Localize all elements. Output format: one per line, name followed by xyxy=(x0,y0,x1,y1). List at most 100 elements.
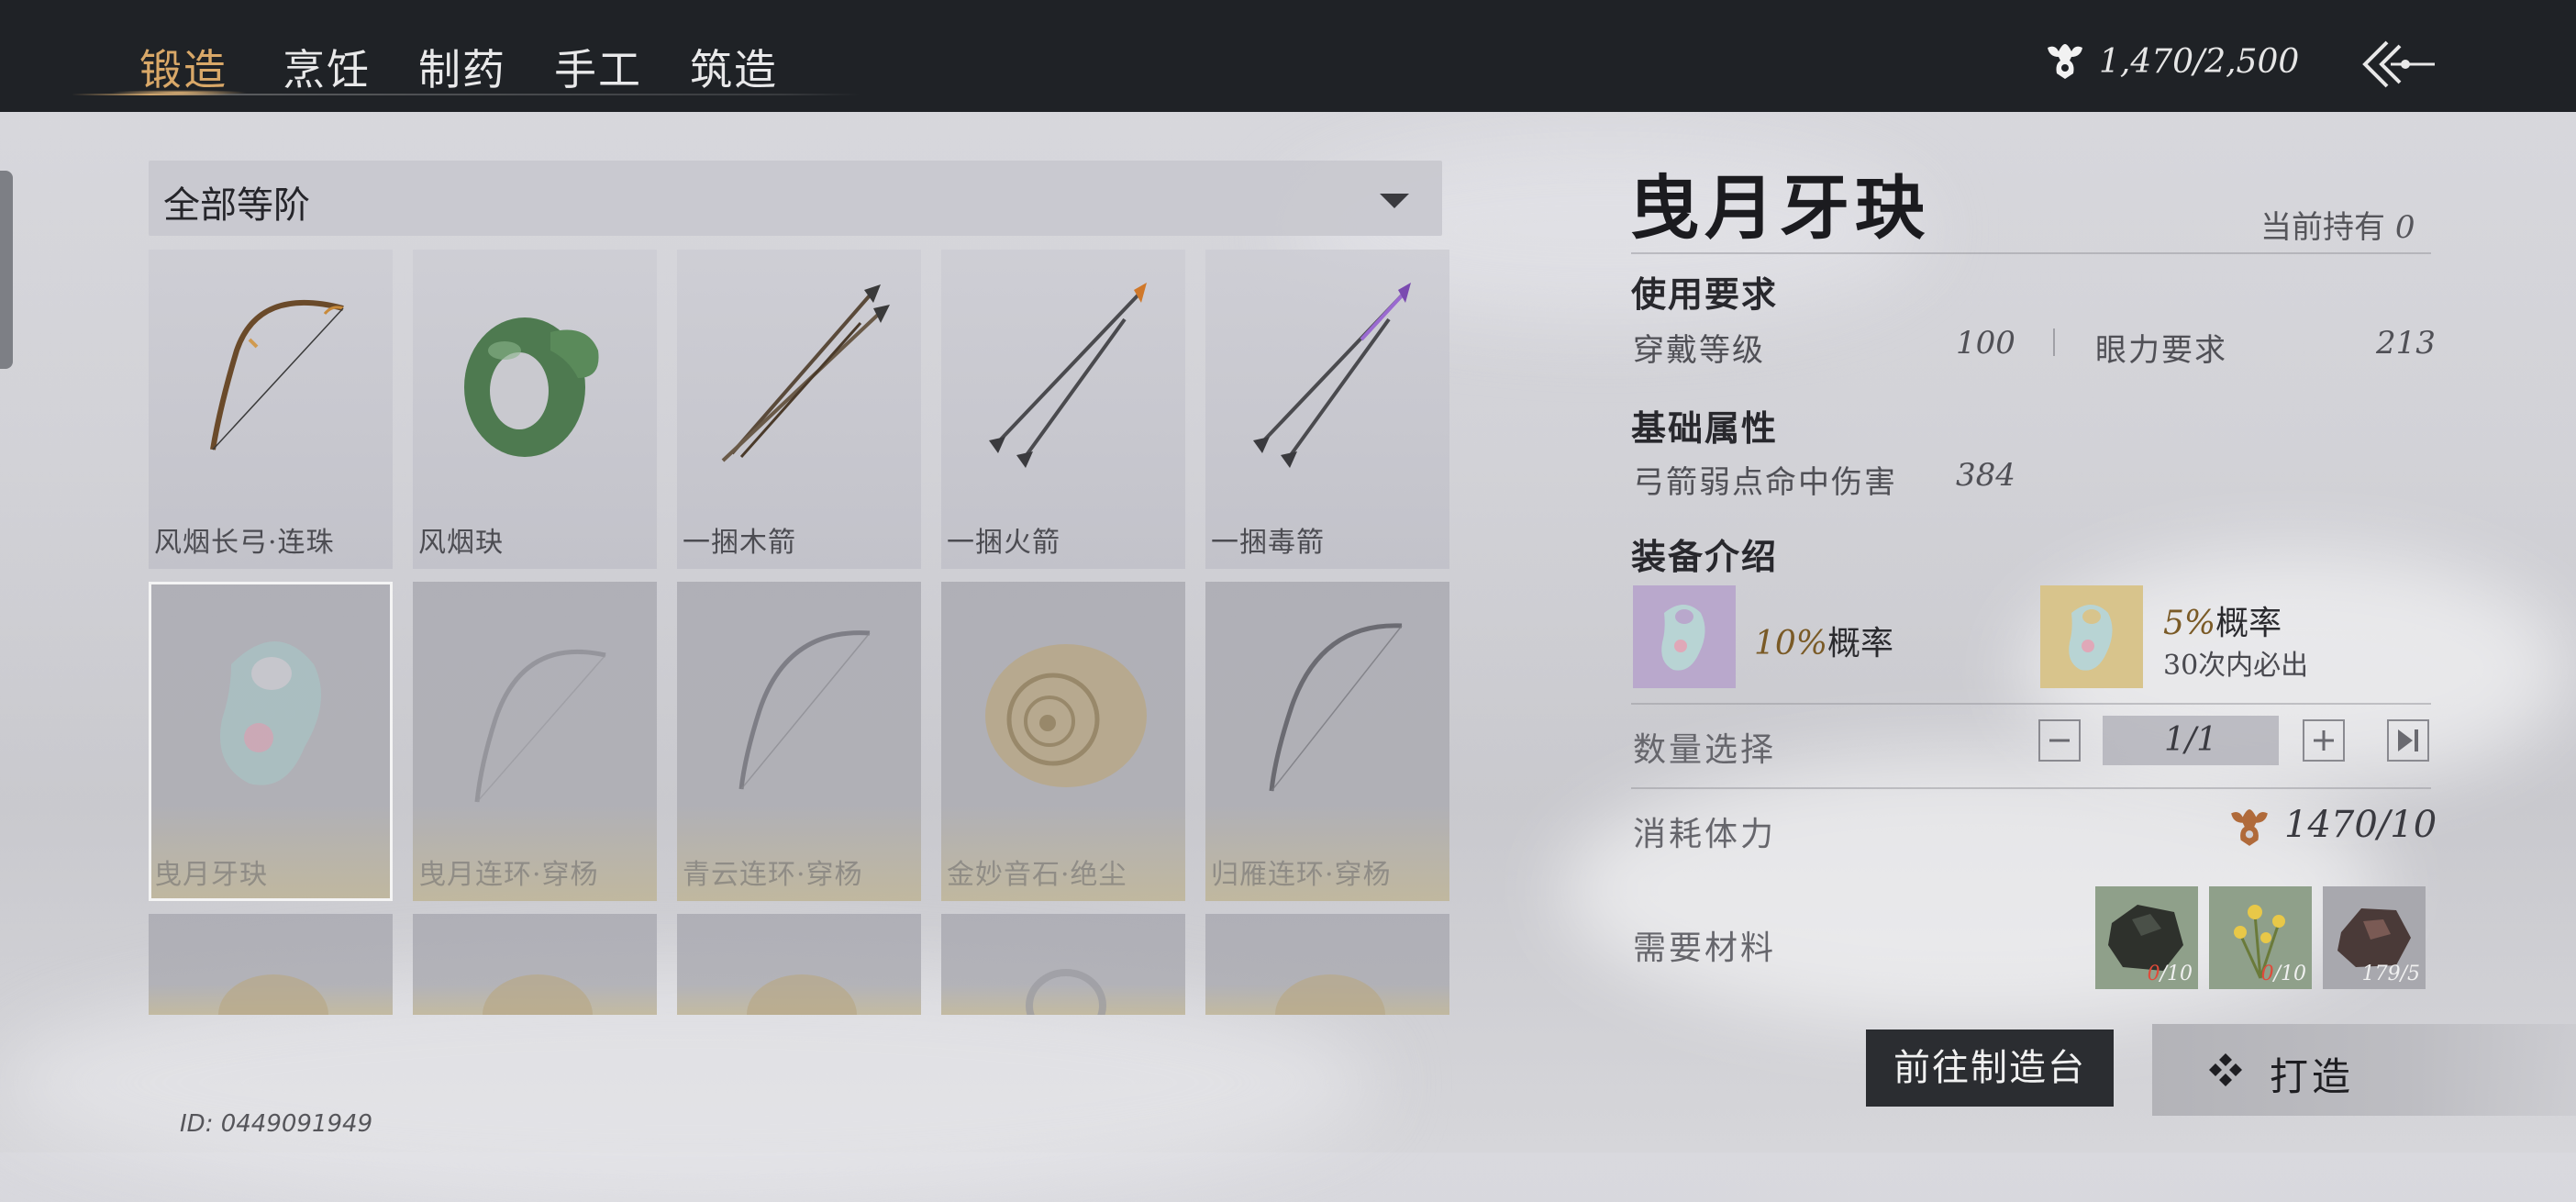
divider xyxy=(1631,787,2431,789)
top-bar: 锻造 烹饪 制药 手工 筑造 1,470/2,500 xyxy=(0,0,2576,112)
item-cell[interactable]: 青云连环·穿杨 xyxy=(677,582,921,901)
material-count: 179/5 xyxy=(2362,963,2420,985)
wear-level-label: 穿戴等级 xyxy=(1633,332,1765,369)
item-name: 一捆火箭 xyxy=(947,527,1060,559)
item-name: 曳月牙玦 xyxy=(154,859,268,891)
divider xyxy=(1631,703,2431,705)
requirements-title: 使用要求 xyxy=(1631,273,1779,315)
quantity-field[interactable]: 1/1 xyxy=(2103,716,2279,765)
material-slot[interactable]: 0/10 xyxy=(2095,886,2198,989)
material-need: /10 xyxy=(2160,963,2193,985)
intro-right-rate: 5%概率 xyxy=(2163,596,2282,644)
chevron-down-icon xyxy=(1380,194,1409,208)
grade-filter-dropdown[interactable]: 全部等阶 xyxy=(149,161,1442,236)
material-need: /5 xyxy=(2400,963,2420,985)
item-cell[interactable]: 一捆毒箭 xyxy=(1205,250,1449,569)
intro-right-text: 概率 xyxy=(2215,605,2282,642)
item-name: 曳月连环·穿杨 xyxy=(418,859,599,891)
craft-label: 打造 xyxy=(2270,1054,2355,1099)
diamond-icon xyxy=(2209,1053,2242,1086)
item-cell-selected[interactable]: 曳月牙玦 xyxy=(149,582,393,901)
tab-cooking[interactable]: 烹饪 xyxy=(283,37,371,97)
item-name: 一捆木箭 xyxy=(683,527,796,559)
item-cell[interactable]: 一捆木箭 xyxy=(677,250,921,569)
tab-handcraft[interactable]: 手工 xyxy=(554,37,642,97)
stamina-cost-value: 1470/10 xyxy=(2284,804,2437,846)
materials-label: 需要材料 xyxy=(1633,929,1777,967)
shell-stone-icon xyxy=(747,974,857,1015)
item-name: 一捆毒箭 xyxy=(1211,527,1325,559)
item-title: 曳月牙玦 xyxy=(1629,167,1930,249)
sight-label: 眼力要求 xyxy=(2095,332,2227,369)
tab-medicine[interactable]: 制药 xyxy=(418,37,506,97)
crescent-jade-purple-icon xyxy=(1633,585,1736,688)
grade-filter-value: 全部等阶 xyxy=(163,184,310,227)
shell-stone-icon xyxy=(218,974,328,1015)
material-have: 0 xyxy=(2147,963,2160,985)
shell-stone-icon xyxy=(1275,974,1385,1015)
intro-right-guarantee: 30次内必出 xyxy=(2163,650,2309,682)
plus-icon xyxy=(2314,730,2334,751)
material-count: 0/10 xyxy=(2148,963,2193,985)
bow-icon xyxy=(1269,623,1403,792)
craft-button[interactable]: 打造 xyxy=(2152,1024,2576,1116)
fire-arrows-icon xyxy=(989,283,1147,468)
bow-icon xyxy=(738,630,871,790)
tab-forging[interactable]: 锻造 xyxy=(139,37,228,97)
owned-value: 0 xyxy=(2394,209,2415,246)
side-drawer-handle[interactable] xyxy=(0,171,13,369)
quantity-decrease-button[interactable] xyxy=(2038,719,2081,762)
item-cell[interactable]: 风烟长弓·连珠 xyxy=(149,250,393,569)
quantity-label: 数量选择 xyxy=(1633,731,1777,769)
item-name: 归雁连环·穿杨 xyxy=(1211,859,1392,891)
item-cell[interactable]: 风烟玦 xyxy=(413,250,657,569)
item-name: 金妙音石·绝尘 xyxy=(947,859,1127,891)
crescent-jade-icon xyxy=(220,641,321,785)
base-attr-value: 384 xyxy=(1956,457,2015,494)
shell-stone-icon xyxy=(483,974,593,1015)
minus-icon xyxy=(2049,739,2070,742)
base-attr-title: 基础属性 xyxy=(1631,407,1779,449)
item-cell[interactable] xyxy=(413,914,657,1015)
item-cell[interactable]: 归雁连环·穿杨 xyxy=(1205,582,1449,901)
item-name: 风烟玦 xyxy=(418,527,504,559)
item-cell[interactable]: 金妙音石·绝尘 xyxy=(941,582,1185,901)
stamina-icon xyxy=(2231,809,2268,846)
item-name: 风烟长弓·连珠 xyxy=(154,527,335,559)
player-id: ID: 0449091949 xyxy=(180,1110,373,1138)
material-have: 179 xyxy=(2361,963,2401,985)
crescent-jade-gold-icon xyxy=(2040,585,2143,688)
stamina-icon xyxy=(2048,44,2082,79)
item-cell[interactable]: 一捆火箭 xyxy=(941,250,1185,569)
material-have: 0 xyxy=(2260,963,2274,985)
intro-left-text: 概率 xyxy=(1827,625,1894,662)
divider xyxy=(1631,252,2431,254)
item-cell[interactable] xyxy=(149,914,393,1015)
quantity-increase-button[interactable] xyxy=(2303,719,2345,762)
intro-left-pct: 10% xyxy=(1754,625,1828,662)
tab-building[interactable]: 筑造 xyxy=(690,37,778,97)
material-slot[interactable]: 0/10 xyxy=(2209,886,2312,989)
material-slot[interactable]: 179/5 xyxy=(2323,886,2426,989)
shell-stone-icon xyxy=(985,644,1147,787)
item-cell[interactable] xyxy=(677,914,921,1015)
sight-value: 213 xyxy=(2376,325,2436,362)
item-cell[interactable] xyxy=(1205,914,1449,1015)
intro-title: 装备介绍 xyxy=(1631,536,1779,577)
intro-left-rate: 10%概率 xyxy=(1754,617,1893,664)
owned-count: 当前持有 0 xyxy=(2260,202,2415,247)
wood-arrows-icon xyxy=(721,284,890,462)
bow-icon xyxy=(474,649,606,803)
item-cell[interactable] xyxy=(941,914,1185,1015)
back-arrow-icon[interactable] xyxy=(2359,37,2437,92)
material-need: /10 xyxy=(2273,963,2306,985)
bow-icon xyxy=(210,299,344,451)
item-name: 青云连环·穿杨 xyxy=(683,859,863,891)
item-cell[interactable]: 曳月连环·穿杨 xyxy=(413,582,657,901)
wear-level-value: 100 xyxy=(1956,325,2015,362)
stamina-display: 1,470/2,500 xyxy=(2044,39,2299,84)
quantity-max-button[interactable] xyxy=(2387,719,2429,762)
base-attr-label: 弓箭弱点命中伤害 xyxy=(1633,464,1897,501)
ring-icon xyxy=(1026,969,1106,1015)
goto-workbench-button[interactable]: 前往制造台 xyxy=(1866,1029,2114,1107)
